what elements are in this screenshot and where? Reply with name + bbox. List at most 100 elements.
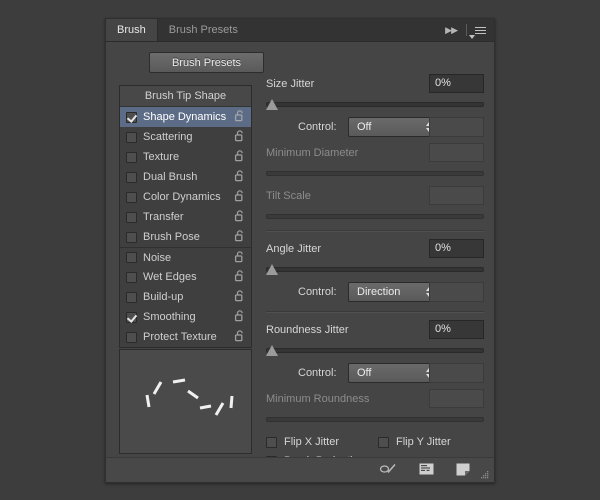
lock-open-icon[interactable]	[234, 209, 246, 225]
brush-option-row[interactable]: Scattering	[120, 127, 251, 147]
panel-tab-bar: BrushBrush Presets ▶▶	[106, 19, 494, 42]
double-chevron-right-icon[interactable]: ▶▶	[442, 25, 460, 36]
brush-option-checkbox[interactable]	[126, 272, 137, 283]
lock-open-icon[interactable]	[234, 129, 246, 145]
lock-open-icon[interactable]	[234, 329, 246, 342]
size-control-select[interactable]: Off	[348, 117, 440, 137]
size-control-label: Control:	[298, 121, 337, 133]
brush-stroke-preview-svg	[120, 350, 251, 453]
brush-option-row[interactable]: Texture	[120, 147, 251, 167]
lock-open-icon[interactable]	[234, 329, 246, 345]
lock-open-icon[interactable]	[234, 129, 246, 142]
angle-jitter-row: Angle Jitter 0%	[266, 239, 484, 261]
brush-panel-icon[interactable]	[419, 462, 434, 479]
roundness-jitter-slider[interactable]	[266, 344, 484, 357]
minimum-roundness-value	[429, 389, 484, 408]
lock-open-icon[interactable]	[234, 189, 246, 202]
minimum-diameter-slider	[266, 167, 484, 180]
size-jitter-row: Size Jitter 0%	[266, 74, 484, 96]
lock-open-icon[interactable]	[234, 309, 246, 325]
brush-option-checkbox[interactable]	[126, 212, 137, 223]
brush-stroke-preview	[119, 349, 252, 454]
lock-open-icon[interactable]	[234, 149, 246, 165]
roundness-jitter-track	[266, 348, 484, 353]
angle-jitter-thumb[interactable]	[266, 264, 278, 275]
roundness-jitter-label: Roundness Jitter	[266, 324, 349, 336]
size-jitter-slider[interactable]	[266, 98, 484, 111]
lock-open-icon[interactable]	[234, 289, 246, 302]
brush-option-label: Dual Brush	[143, 171, 234, 183]
lock-open-icon[interactable]	[234, 109, 246, 125]
lock-open-icon[interactable]	[234, 269, 246, 282]
lock-open-icon[interactable]	[234, 109, 246, 122]
lock-open-icon[interactable]	[234, 149, 246, 162]
tab-brush-presets[interactable]: Brush Presets	[158, 19, 249, 41]
brush-presets-button[interactable]: Brush Presets	[149, 52, 264, 73]
brush-option-row[interactable]: Color Dynamics	[120, 187, 251, 207]
flip-y-jitter-option[interactable]: Flip Y Jitter	[378, 436, 451, 448]
brush-option-checkbox[interactable]	[126, 132, 137, 143]
angle-jitter-slider[interactable]	[266, 263, 484, 276]
brush-option-row[interactable]: Protect Texture	[120, 327, 251, 347]
brush-option-label: Transfer	[143, 211, 234, 223]
lock-open-icon[interactable]	[234, 250, 246, 266]
brush-option-checkbox[interactable]	[126, 252, 137, 263]
lock-open-icon[interactable]	[234, 169, 246, 182]
brush-option-row[interactable]: Dual Brush	[120, 167, 251, 187]
panel-footer	[106, 457, 494, 482]
brush-option-label: Wet Edges	[143, 271, 234, 283]
minimum-diameter-label: Minimum Diameter	[266, 147, 358, 159]
brush-option-checkbox[interactable]	[126, 112, 137, 123]
tab-brush[interactable]: Brush	[106, 19, 158, 41]
brush-option-row[interactable]: Build-up	[120, 287, 251, 307]
flip-x-jitter-checkbox[interactable]	[266, 437, 277, 448]
lock-open-icon[interactable]	[234, 269, 246, 285]
roundness-control-select[interactable]: Off	[348, 363, 440, 383]
new-brush-preset-icon[interactable]	[456, 462, 470, 479]
angle-jitter-label: Angle Jitter	[266, 243, 321, 255]
brush-option-checkbox[interactable]	[126, 232, 137, 243]
angle-control-value: Direction	[357, 286, 400, 298]
brush-option-label: Color Dynamics	[143, 191, 234, 203]
brush-option-row[interactable]: Smoothing	[120, 307, 251, 327]
size-jitter-value[interactable]: 0%	[429, 74, 484, 93]
lock-open-icon[interactable]	[234, 169, 246, 185]
flip-y-jitter-checkbox[interactable]	[378, 437, 389, 448]
lock-open-icon[interactable]	[234, 209, 246, 222]
lock-open-icon[interactable]	[234, 189, 246, 205]
lock-open-icon[interactable]	[234, 289, 246, 305]
toggle-airbrush-icon[interactable]	[379, 462, 397, 479]
brush-option-checkbox[interactable]	[126, 172, 137, 183]
panel-tab-tools: ▶▶	[442, 19, 490, 41]
size-jitter-thumb[interactable]	[266, 99, 278, 110]
roundness-control-value: Off	[357, 367, 371, 379]
brush-option-checkbox[interactable]	[126, 312, 137, 323]
brush-option-row[interactable]: Brush Pose	[120, 227, 251, 247]
brush-option-row[interactable]: Transfer	[120, 207, 251, 227]
brush-option-checkbox[interactable]	[126, 292, 137, 303]
brush-option-row[interactable]: Noise	[120, 247, 251, 267]
brush-option-checkbox[interactable]	[126, 332, 137, 343]
brush-option-row[interactable]: Shape Dynamics	[120, 107, 251, 127]
tool-divider	[466, 24, 467, 36]
brush-option-checkbox[interactable]	[126, 152, 137, 163]
flip-x-jitter-option[interactable]: Flip X Jitter	[266, 436, 339, 448]
brush-option-row[interactable]: Wet Edges	[120, 267, 251, 287]
brush-option-label: Build-up	[143, 291, 234, 303]
roundness-jitter-value[interactable]: 0%	[429, 320, 484, 339]
angle-control-select[interactable]: Direction	[348, 282, 440, 302]
shape-dynamics-controls: Size Jitter 0% Control: Off Minimum Diam…	[266, 74, 484, 474]
angle-jitter-value[interactable]: 0%	[429, 239, 484, 258]
brush-tip-shape-header[interactable]: Brush Tip Shape	[120, 86, 251, 107]
minimum-roundness-slider	[266, 413, 484, 426]
lock-open-icon[interactable]	[234, 229, 246, 242]
brush-option-checkbox[interactable]	[126, 192, 137, 203]
lock-open-icon[interactable]	[234, 250, 246, 263]
lock-open-icon[interactable]	[234, 309, 246, 322]
angle-jitter-track	[266, 267, 484, 272]
lock-open-icon[interactable]	[234, 229, 246, 245]
resize-grip-icon[interactable]	[480, 470, 489, 479]
roundness-jitter-row: Roundness Jitter 0%	[266, 320, 484, 342]
roundness-jitter-thumb[interactable]	[266, 345, 278, 356]
panel-menu-icon[interactable]	[473, 27, 490, 34]
